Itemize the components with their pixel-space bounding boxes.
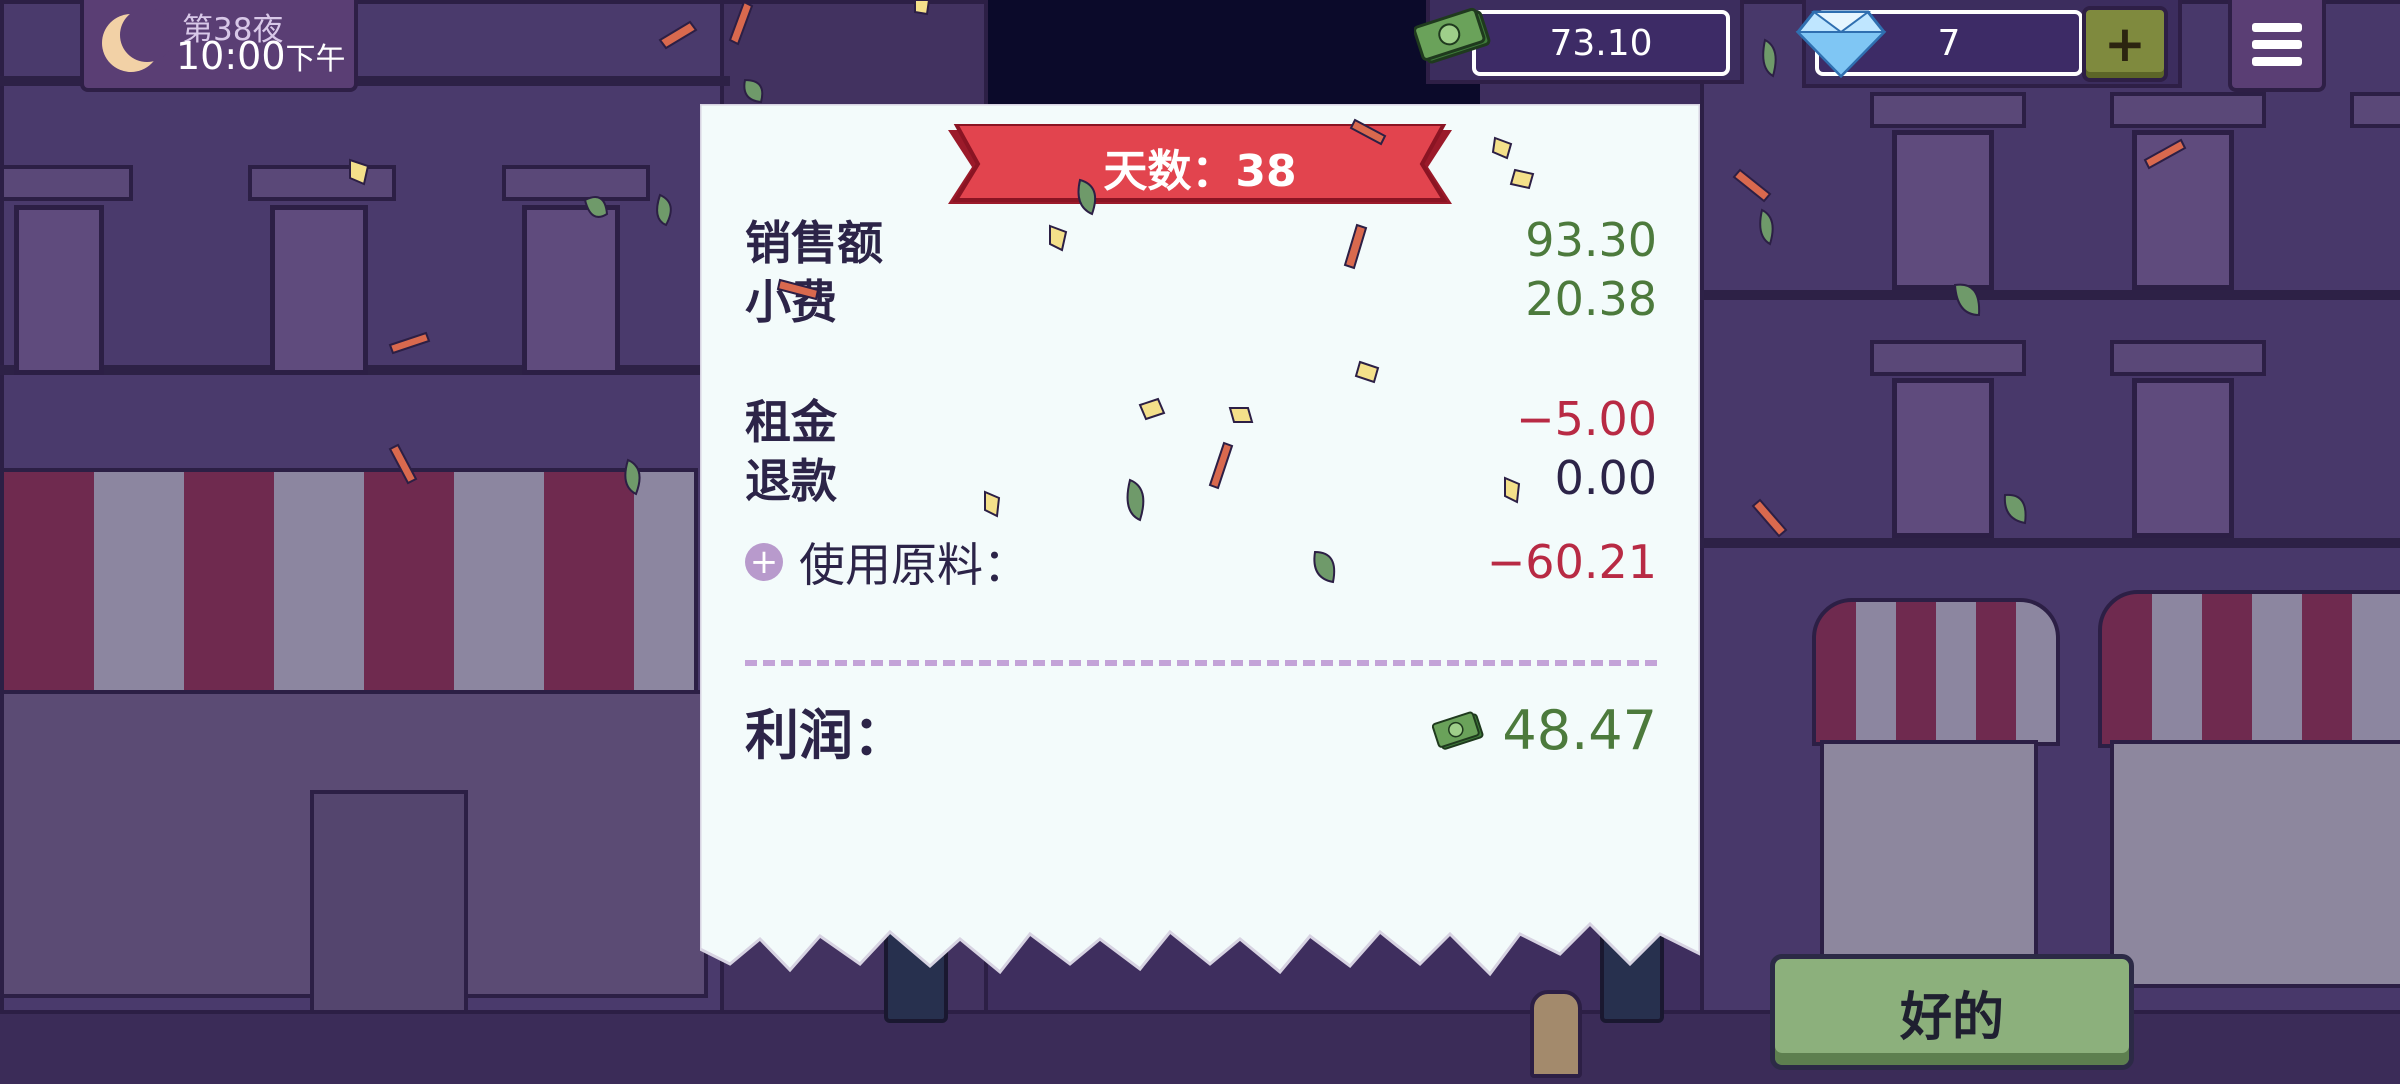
falling-confetti [349,0,2187,584]
